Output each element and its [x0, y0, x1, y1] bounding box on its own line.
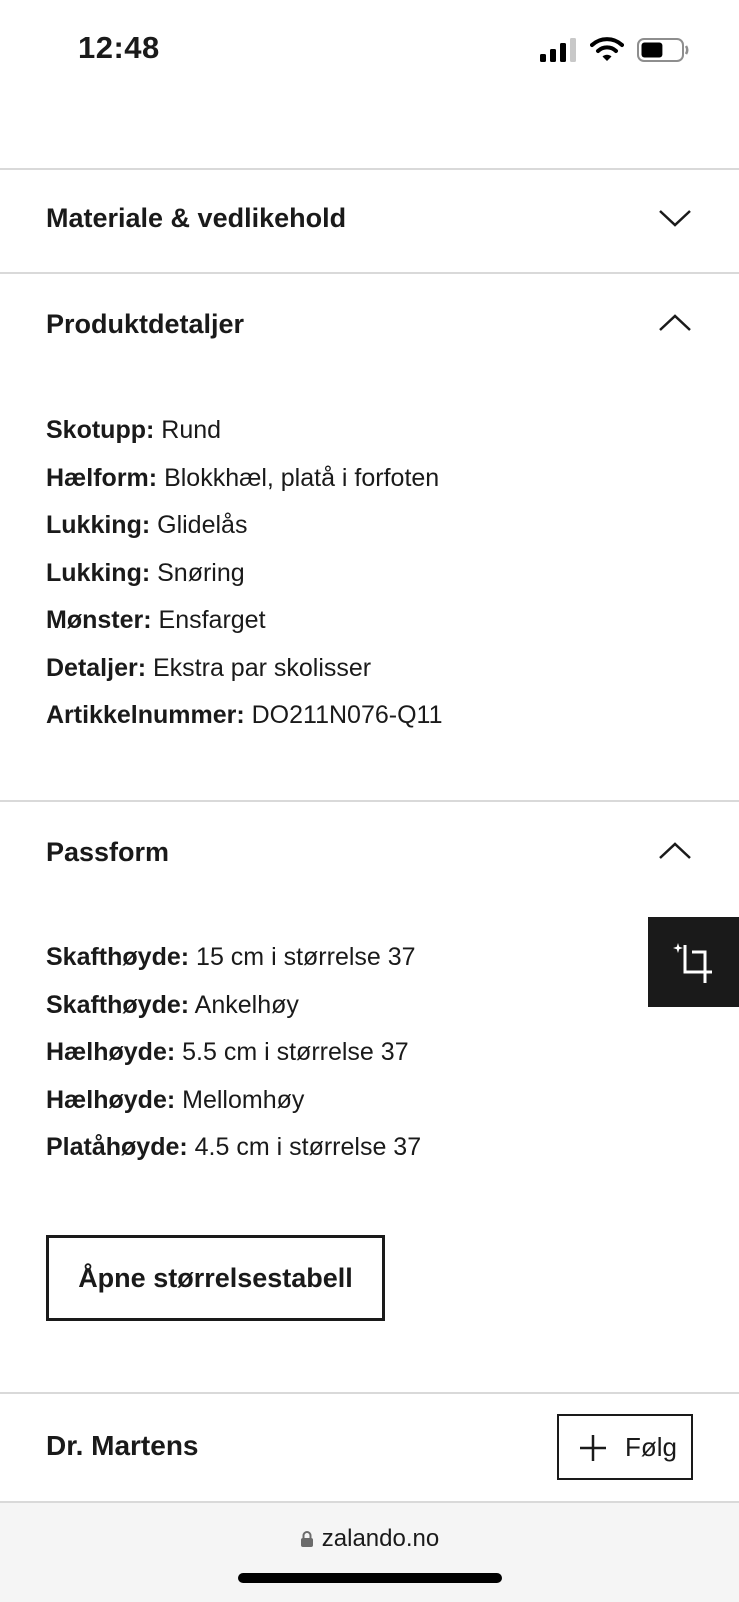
fit-details-list: Skafthøyde: 15 cm i størrelse 37 Skafthø… [46, 934, 686, 1172]
detail-key: Hælhøyde: [46, 1085, 176, 1114]
detail-row: Skotupp: Rund [46, 407, 686, 455]
battery-icon [637, 38, 689, 62]
detail-value: 5.5 cm i størrelse 37 [182, 1038, 409, 1066]
lock-icon [300, 1531, 313, 1547]
browser-address-bar[interactable]: zalando.no [0, 1501, 739, 1602]
detail-value: Blokkhæl, platå i forfoten [164, 463, 440, 492]
detail-row: Platåhøyde: 4.5 cm i størrelse 37 [46, 1124, 686, 1172]
detail-key: Mønster: [46, 606, 152, 634]
visual-search-button[interactable] [648, 917, 739, 1007]
status-time: 12:48 [78, 30, 160, 65]
detail-value: 4.5 cm i størrelse 37 [194, 1133, 422, 1161]
section-divider [0, 1392, 739, 1394]
follow-brand-button[interactable]: Følg [557, 1414, 693, 1480]
detail-value: Ankelhøy [194, 990, 299, 1019]
detail-key: Skafthøyde: [46, 990, 190, 1019]
detail-row: Skafthøyde: 15 cm i størrelse 37 [46, 934, 686, 982]
chevron-up-icon [659, 314, 691, 331]
detail-key: Hælform: [46, 463, 158, 492]
section-header-fit[interactable]: Passform [0, 802, 739, 902]
wifi-icon [590, 37, 624, 61]
detail-key: Artikkelnummer: [46, 701, 245, 729]
section-header-material[interactable]: Materiale & vedlikehold [0, 170, 739, 270]
detail-value: Snøring [157, 558, 245, 587]
detail-value: Ensfarget [158, 606, 266, 634]
detail-value: Glidelås [157, 511, 248, 539]
detail-value: 15 cm i størrelse 37 [196, 943, 416, 971]
section-header-product-details[interactable]: Produktdetaljer [0, 274, 739, 374]
crop-sparkle-icon [673, 943, 712, 983]
detail-row: Artikkelnummer: DO211N076-Q11 [46, 692, 686, 740]
plus-icon [580, 1435, 606, 1461]
detail-key: Platåhøyde: [46, 1133, 188, 1161]
status-bar: 12:48 [0, 0, 739, 100]
detail-key: Lukking: [46, 558, 151, 587]
url-display[interactable]: zalando.no [0, 1525, 739, 1553]
detail-row: Hælhøyde: 5.5 cm i størrelse 37 [46, 1029, 686, 1077]
detail-value: Ekstra par skolisser [153, 653, 372, 682]
cellular-signal-icon [540, 38, 576, 62]
detail-row: Skafthøyde: Ankelhøy [46, 982, 686, 1030]
detail-row: Hælhøyde: Mellomhøy [46, 1077, 686, 1125]
detail-row: Hælform: Blokkhæl, platå i forfoten [46, 455, 686, 503]
section-title-fit: Passform [46, 837, 170, 867]
detail-key: Hælhøyde: [46, 1038, 176, 1066]
detail-value: Mellomhøy [182, 1085, 305, 1114]
chevron-down-icon [659, 210, 691, 227]
detail-key: Skotupp: [46, 416, 155, 444]
chevron-up-icon [659, 842, 691, 859]
detail-row: Mønster: Ensfarget [46, 597, 686, 645]
home-indicator[interactable] [238, 1573, 502, 1583]
section-title-product-details: Produktdetaljer [46, 309, 245, 339]
open-size-table-button[interactable]: Åpne størrelsestabell [46, 1235, 385, 1321]
url-text: zalando.no [321, 1525, 440, 1552]
detail-key: Lukking: [46, 511, 151, 539]
product-details-list: Skotupp: Rund Hælform: Blokkhæl, platå i… [46, 407, 686, 740]
section-title-material: Materiale & vedlikehold [46, 203, 347, 233]
detail-row: Detaljer: Ekstra par skolisser [46, 645, 686, 693]
brand-name: Dr. Martens [46, 1430, 199, 1461]
detail-key: Detaljer: [46, 653, 147, 682]
follow-label: Følg [625, 1432, 677, 1462]
detail-value: DO211N076-Q11 [251, 701, 443, 729]
detail-key: Skafthøyde: [46, 943, 190, 971]
detail-row: Lukking: Snøring [46, 550, 686, 598]
detail-row: Lukking: Glidelås [46, 502, 686, 550]
detail-value: Rund [161, 416, 222, 444]
